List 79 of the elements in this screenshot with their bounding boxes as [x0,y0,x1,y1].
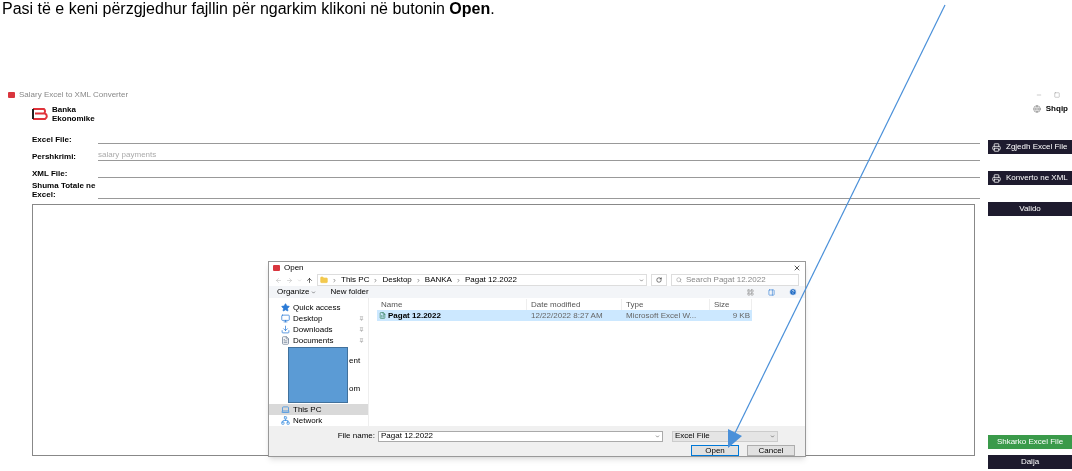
folder-icon [320,276,328,284]
file-row[interactable]: Pagat 12.2022 12/22/2022 8:27 AM Microsoft Excel W... 9 KB [377,310,752,321]
refresh-button[interactable] [651,274,667,286]
printer-icon [992,173,1001,183]
address-bar[interactable]: This PC Desktop BANKA Pagat 12.2022 [317,274,647,286]
chevron-icon [770,433,775,439]
nav-item[interactable]: Network [269,415,368,426]
separator-icon [455,277,461,283]
logo-text: Ekonomike [52,114,95,123]
chevron-icon [655,433,660,439]
forward-icon[interactable] [286,276,293,284]
file-name-field[interactable]: Pagat 12.2022 [378,430,663,442]
help-icon[interactable] [789,288,797,296]
instruction-text: Pasi të e keni përzgjedhur fajllin për ngarkim klikoni në butonin Open. [1,0,496,18]
view-icon[interactable] [747,288,754,296]
pin-icon [359,338,364,343]
nav-item[interactable]: Downloads [269,324,368,335]
field-label: File name: [336,430,375,442]
separator-icon [332,277,337,283]
table-cell: 12/22/2022 8:27 AM [531,310,603,320]
pin-icon [359,327,364,332]
nav-item[interactable]: This PC [269,404,368,415]
back-icon[interactable] [275,276,282,284]
nav-item[interactable]: Desktop [269,313,368,324]
nav-item[interactable]: Quick access [269,302,368,313]
separator-icon [415,277,421,283]
field-label: XML File: [32,169,69,178]
window-title: Salary Excel to XML Converter [19,89,129,101]
logo-text: Banka [52,105,77,114]
field-label: Pershkrimi: [32,152,78,161]
action-button[interactable]: Shkarko Excel File [988,435,1072,449]
download-icon [281,325,290,334]
maximize-icon[interactable] [1054,92,1060,98]
breadcrumb-link[interactable]: BANKA [424,274,452,286]
minimize-icon[interactable] [1036,92,1042,98]
chevron-icon[interactable] [639,277,644,283]
table-cell: Microsoft Excel W... [626,310,697,320]
separator-icon [373,277,379,283]
toolbar-button[interactable]: New folder [330,286,369,298]
toolbar-button[interactable]: Organize [277,286,317,298]
preview-pane-icon[interactable] [768,288,775,296]
close-icon[interactable] [793,264,801,272]
document-icon [281,336,290,345]
action-button[interactable]: Valido [988,202,1072,216]
search-icon [676,277,682,283]
star-icon [281,303,290,312]
breadcrumb-link[interactable]: Pagat 12.2022 [464,274,517,286]
action-button[interactable]: Zgjedh Excel File [988,140,1072,154]
computer-icon [281,405,290,414]
app-icon [273,265,280,271]
spreadsheet-icon [379,312,386,319]
action-button[interactable]: Konverto ne XML [988,171,1072,185]
table-cell: 9 KB [732,309,750,322]
caret-icon [311,289,317,295]
monitor-icon [281,314,290,323]
search-field[interactable]: Search Pagat 12.2022 [671,274,799,286]
breadcrumb-link[interactable]: Desktop [382,274,412,286]
breadcrumb-link[interactable]: This PC [341,274,370,286]
redaction-block [288,347,348,403]
language-selector[interactable]: Shqip [1045,103,1068,115]
app-icon [8,92,15,98]
input-field[interactable]: salary payments [98,149,980,161]
pin-icon [359,316,364,321]
field-label: Shuma Totale ne Excel: [32,181,97,199]
nav-item[interactable]: om [349,383,361,395]
action-button[interactable]: Dalja [988,455,1072,469]
nav-item[interactable]: ent [349,355,361,367]
printer-icon [992,142,1001,152]
dialog-title: Open [284,262,304,274]
nav-item[interactable]: Documents [269,335,368,346]
network-icon [281,416,290,425]
field-label: Excel File: [32,135,73,144]
globe-icon[interactable] [1032,105,1041,113]
refresh-icon [656,277,662,283]
bank-logo-icon [32,108,48,120]
up-icon[interactable] [306,276,313,284]
cancel-button[interactable]: Cancel [747,445,795,456]
table-cell: Pagat 12.2022 [388,309,441,322]
open-button[interactable]: Open [691,445,739,456]
